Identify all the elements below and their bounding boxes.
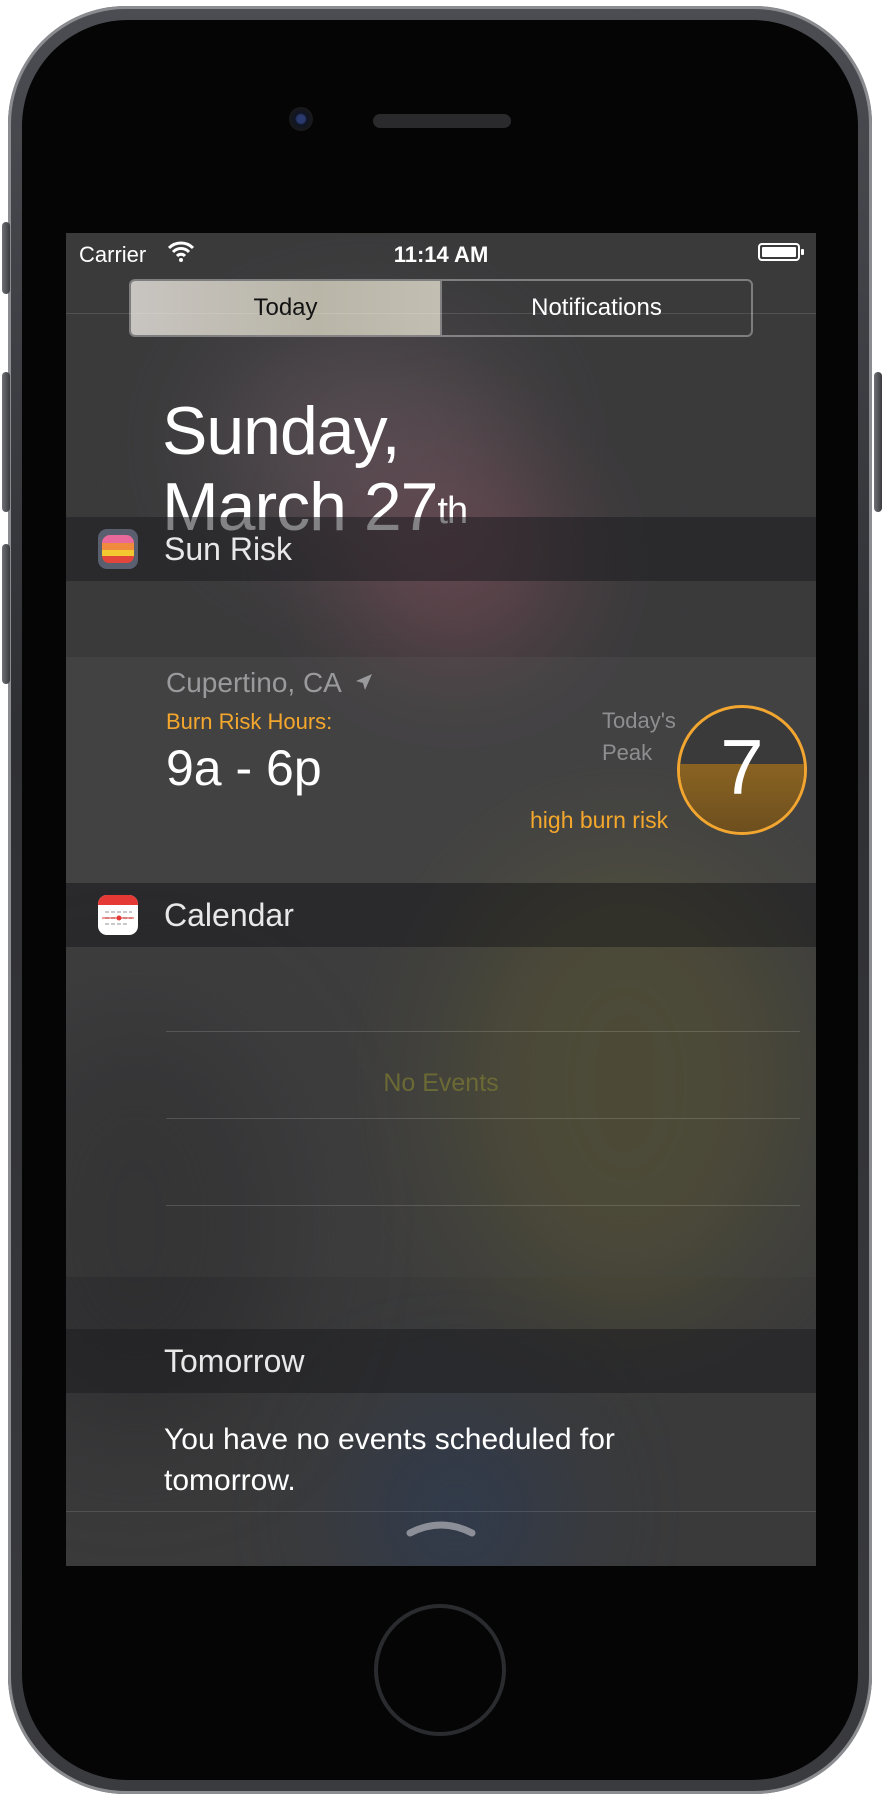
date-weekday: Sunday, <box>162 393 400 469</box>
today-notifications-segmented-control[interactable]: Today Notifications <box>129 279 753 337</box>
divider <box>66 313 816 314</box>
calendar-hour-line <box>166 1205 800 1206</box>
location-row: Cupertino, CA <box>166 667 374 699</box>
tab-today-label: Today <box>253 294 318 321</box>
status-time: 11:14 AM <box>393 242 489 267</box>
mute-switch <box>2 222 10 294</box>
burn-risk-label: Burn Risk Hours: <box>166 709 333 734</box>
tomorrow-section-header: Tomorrow <box>66 1329 816 1393</box>
peak-label-line2: Peak <box>602 740 653 765</box>
uv-index-gauge: 7 <box>677 705 807 835</box>
calendar-widget-header[interactable]: Calendar <box>66 883 816 947</box>
peak-label-line1: Today's <box>602 708 676 733</box>
burn-risk-hours: 9a - 6p <box>166 740 322 796</box>
divider <box>66 1511 816 1512</box>
battery-icon <box>758 243 804 261</box>
sun-risk-title: Sun Risk <box>164 531 293 567</box>
tab-notifications[interactable]: Notifications <box>440 281 751 335</box>
volume-up-button <box>2 372 10 512</box>
uv-index-value: 7 <box>720 723 764 811</box>
todays-peak-label: Today's Peak <box>602 705 676 769</box>
tab-today[interactable]: Today <box>131 281 440 335</box>
calendar-app-icon <box>98 895 138 935</box>
no-events-label: No Events <box>383 1069 499 1097</box>
front-camera <box>289 107 313 131</box>
location-label: Cupertino, CA <box>166 667 342 698</box>
calendar-widget-body: No Events <box>66 947 816 1277</box>
chevron-up-grabber-icon[interactable] <box>406 1519 476 1537</box>
earpiece-speaker <box>373 114 511 128</box>
tomorrow-message: You have no events scheduled for tomorro… <box>164 1423 615 1497</box>
calendar-hour-line <box>166 1031 800 1032</box>
power-button <box>874 372 882 512</box>
calendar-title: Calendar <box>164 897 294 933</box>
tab-notifications-label: Notifications <box>531 294 662 321</box>
sun-risk-widget-header[interactable]: Sun Risk <box>66 517 816 581</box>
tomorrow-title: Tomorrow <box>164 1343 305 1379</box>
sun-risk-app-icon <box>98 529 138 569</box>
home-button[interactable] <box>374 1604 506 1736</box>
status-bar: Carrier 11:14 AM <box>66 233 816 273</box>
notification-center-screen: Carrier 11:14 AM Today Notifications Sun… <box>66 233 816 1566</box>
risk-level-label: high burn risk <box>530 807 669 833</box>
volume-down-button <box>2 544 10 684</box>
location-arrow-icon <box>355 674 372 690</box>
sun-risk-widget-body[interactable]: Cupertino, CA Burn Risk Hours: 9a - 6p T… <box>66 657 816 883</box>
calendar-hour-line <box>166 1118 800 1119</box>
